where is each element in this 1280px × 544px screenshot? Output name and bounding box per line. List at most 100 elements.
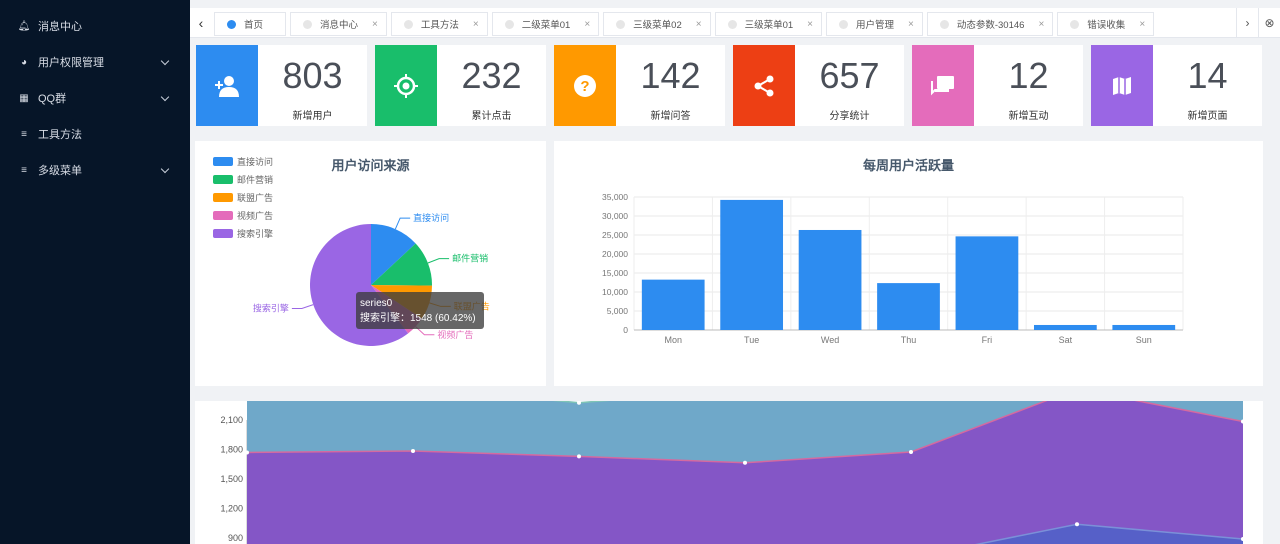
close-icon[interactable]: × [372, 19, 378, 30]
tab-dot-icon [616, 19, 626, 29]
bar-panel: 每周用户活跃量 0 5,000 10,000 15,000 20,000 25,000 30… [554, 141, 1263, 386]
bar[interactable] [1112, 324, 1176, 330]
sidebar-item-label: QQ群 [38, 93, 67, 105]
y-tick-label: 1,500 [220, 474, 243, 484]
tabs-next-button[interactable]: › [1236, 8, 1258, 38]
area-point[interactable] [743, 460, 747, 465]
svg-text:?: ? [580, 78, 589, 95]
sidebar-item-label: 工具方法 [38, 129, 82, 141]
close-icon[interactable]: × [1139, 19, 1145, 30]
grid-icon: ▦ [19, 92, 29, 104]
pie-panel: 用户访问来源 直接访问邮件营销联盟广告视频广告搜索引擎 直接访问邮件营销联盟广告… [195, 141, 546, 386]
menu-icon: ≡ [21, 128, 27, 140]
tab-8[interactable]: 错误收集 × [1057, 12, 1155, 36]
sidebar-item-4[interactable]: ≡ 多级菜单 [0, 152, 190, 188]
y-tick-label: 20,000 [602, 249, 628, 259]
y-tick-label: 900 [228, 533, 243, 543]
sidebar-item-1[interactable]: ◕ 用户权限管理 [0, 44, 190, 80]
stat-value: 232 [461, 55, 522, 96]
pie-label-line [291, 304, 314, 309]
tab-label: 工具方法 [420, 20, 459, 31]
x-tick-label: Wed [821, 335, 839, 345]
close-icon[interactable]: × [1038, 19, 1044, 30]
pie-slice-label: 邮件营销 [452, 253, 488, 264]
area-point[interactable] [411, 448, 415, 453]
close-icon[interactable]: × [908, 19, 914, 30]
bar[interactable] [798, 229, 862, 330]
bar[interactable] [877, 283, 940, 330]
tab-3[interactable]: 二级菜单01 × [491, 12, 600, 36]
stat-value: 14 [1187, 55, 1228, 96]
stat-card-1[interactable]: 232 累计点击 [375, 45, 546, 126]
tab-1[interactable]: 消息中心 × [290, 12, 387, 36]
area-point[interactable] [1241, 536, 1245, 541]
close-icon[interactable]: × [696, 19, 702, 30]
tabs-prev-button[interactable]: ‹ [190, 8, 212, 38]
tab-7[interactable]: 动态参数-30146 × [926, 12, 1054, 36]
stat-value: 12 [1008, 55, 1049, 96]
stat-label: 分享统计 [829, 111, 870, 122]
stat-label: 新增页面 [1187, 111, 1228, 122]
y-tick-label: 0 [623, 325, 628, 335]
area-panel: 2,1001,8001,5001,20090082064554674587262… [195, 401, 1263, 544]
close-icon[interactable]: × [584, 19, 590, 30]
tooltip-text: 搜索引擎：1548 (60.42%) [360, 313, 476, 324]
bar[interactable] [955, 236, 1019, 330]
bell-icon: 🔔︎ [17, 20, 31, 32]
area-point[interactable] [1075, 522, 1079, 527]
tab-dot-icon [1070, 19, 1080, 29]
tab-dot-icon [727, 19, 737, 29]
tab-5[interactable]: 三级菜单01 × [714, 12, 822, 36]
chat-icon [912, 45, 974, 126]
close-icon[interactable]: × [807, 19, 813, 30]
tab-dot-icon [227, 19, 236, 29]
user-shield-icon: ◕ [20, 56, 28, 68]
y-tick-label: 2,100 [220, 415, 243, 425]
stat-value: 142 [640, 55, 701, 96]
area-point[interactable] [577, 454, 581, 459]
tab-0[interactable]: 首页 [214, 12, 287, 36]
stat-card-0[interactable]: 803 新增用户 [196, 45, 367, 126]
tooltip-series: series0 [360, 298, 393, 309]
tab-label: 错误收集 [1087, 20, 1126, 31]
close-all-tabs-button[interactable]: ⊗ [1258, 8, 1280, 38]
pie-chart: 直接访问邮件营销联盟广告视频广告搜索引擎 [253, 212, 490, 346]
stat-card-4[interactable]: 12 新增互动 [912, 45, 1083, 126]
bar[interactable] [720, 199, 784, 330]
area-point[interactable] [909, 449, 913, 454]
tab-dot-icon [504, 19, 514, 29]
pie-tooltip: series0 搜索引擎：1548 (60.42%) [356, 292, 484, 329]
sidebar-item-0[interactable]: 🔔︎ 消息中心 [0, 8, 190, 44]
tab-2[interactable]: 工具方法 × [390, 12, 488, 36]
tab-4[interactable]: 三级菜单02 × [603, 12, 711, 36]
x-tick-label: Sat [1059, 335, 1073, 345]
x-tick-label: Thu [901, 335, 917, 345]
chevron-down-icon [160, 164, 170, 174]
sidebar-item-label: 用户权限管理 [38, 57, 104, 69]
tab-6[interactable]: 用户管理 × [826, 12, 923, 36]
stat-card-2[interactable]: ? 142 新增问答 [554, 45, 725, 126]
bar[interactable] [641, 279, 705, 330]
stat-card-5[interactable]: 14 新增页面 [1091, 45, 1262, 126]
stat-card-3[interactable]: 657 分享统计 [733, 45, 904, 126]
close-icon[interactable]: × [473, 19, 479, 30]
tab-label: 首页 [244, 20, 264, 31]
target-icon [375, 45, 437, 126]
area-point[interactable] [1241, 419, 1245, 424]
sidebar-item-3[interactable]: ≡ 工具方法 [0, 116, 190, 152]
stat-value: 803 [282, 55, 343, 96]
sidebar: 🔔︎ 消息中心 ◕ 用户权限管理 ▦ QQ群 ≡ 工具方法 ≡ 多级菜单 [0, 0, 190, 544]
area-point[interactable] [245, 450, 249, 455]
chevron-down-icon [160, 92, 170, 102]
x-tick-label: Tue [744, 335, 759, 345]
user-add-icon [196, 45, 258, 126]
y-tick-label: 1,800 [220, 445, 243, 455]
map-icon [1091, 45, 1153, 126]
share-icon [733, 45, 795, 126]
sidebar-item-2[interactable]: ▦ QQ群 [0, 80, 190, 116]
bar[interactable] [1033, 324, 1097, 330]
area-chart: 2,1001,8001,5001,20090082064554674587262… [220, 401, 1245, 544]
y-tick-label: 25,000 [602, 230, 628, 240]
tab-label: 用户管理 [856, 20, 895, 31]
pie-label-line [394, 217, 411, 230]
